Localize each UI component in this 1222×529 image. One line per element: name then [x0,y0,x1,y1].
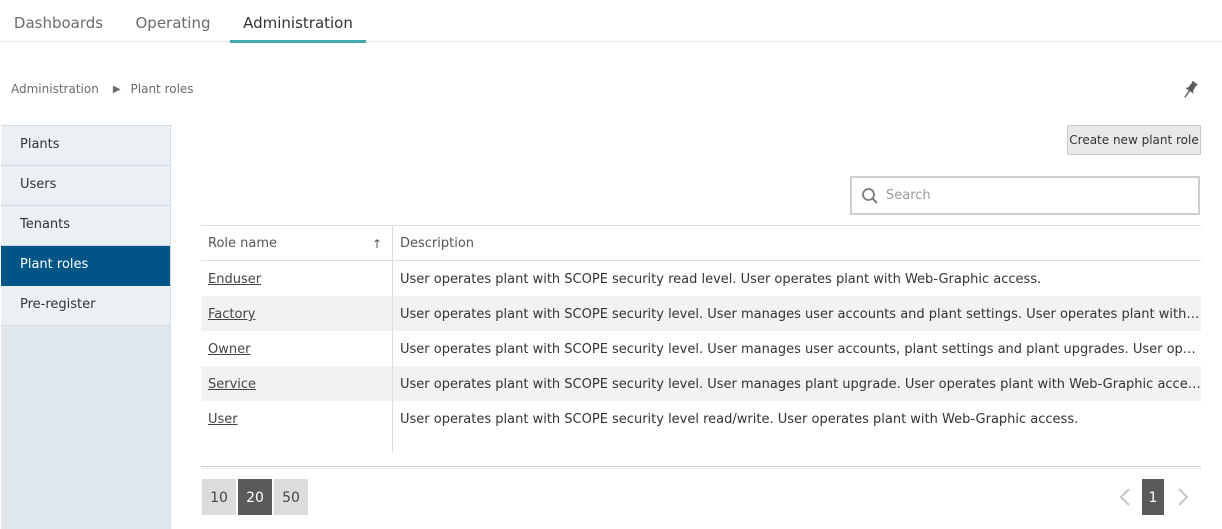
pagination: 1 [1115,479,1193,515]
page-size-20[interactable]: 20 [238,479,272,515]
sidebar-item-users[interactable]: Users [1,166,170,206]
table-header: Role name ↑ Description [201,225,1201,261]
create-plant-role-button[interactable]: Create new plant role [1067,125,1201,155]
page-size-10[interactable]: 10 [202,479,236,515]
sort-ascending-icon[interactable]: ↑ [372,226,382,262]
plant-roles-table: Role name ↑ Description Enduser User ope… [201,225,1201,452]
column-header-label: Role name [208,236,278,251]
breadcrumb-plant-roles: Plant roles [130,82,194,96]
role-description: User operates plant with SCOPE security … [400,342,1201,357]
column-divider [201,436,393,452]
table-row: Service User operates plant with SCOPE s… [201,366,1201,401]
role-link-factory[interactable]: Factory [208,307,256,322]
role-description: User operates plant with SCOPE security … [400,412,1079,427]
role-link-user[interactable]: User [208,412,238,427]
sidebar-item-plants[interactable]: Plants [1,126,170,166]
table-row: Factory User operates plant with SCOPE s… [201,296,1201,331]
page-number-current[interactable]: 1 [1142,479,1164,515]
table-row: Enduser User operates plant with SCOPE s… [201,261,1201,296]
tab-administration[interactable]: Administration [230,0,366,43]
sidebar-item-plant-roles[interactable]: Plant roles [1,246,170,286]
next-page-icon[interactable] [1173,479,1193,515]
role-description: User operates plant with SCOPE security … [400,307,1201,322]
search-box [850,176,1200,215]
search-input[interactable] [886,188,1186,203]
role-link-owner[interactable]: Owner [208,342,250,357]
breadcrumb: Administration ▶ Plant roles [11,81,194,97]
page-size-50[interactable]: 50 [274,479,308,515]
breadcrumb-administration[interactable]: Administration [11,82,99,96]
tab-dashboards[interactable]: Dashboards [0,0,117,42]
role-link-enduser[interactable]: Enduser [208,272,261,287]
table-row: User User operates plant with SCOPE secu… [201,401,1201,436]
table-body: Enduser User operates plant with SCOPE s… [201,261,1201,452]
column-header-description[interactable]: Description [393,226,1201,260]
previous-page-icon[interactable] [1115,479,1135,515]
sidebar-item-tenants[interactable]: Tenants [1,206,170,246]
tab-operating[interactable]: Operating [117,0,229,42]
table-filler [201,436,1201,452]
pin-icon[interactable] [1181,80,1199,100]
column-header-role-name[interactable]: Role name ↑ [201,226,393,260]
role-description: User operates plant with SCOPE security … [400,272,1042,287]
table-row: Owner User operates plant with SCOPE sec… [201,331,1201,366]
role-link-service[interactable]: Service [208,377,256,392]
sidebar-item-pre-register[interactable]: Pre-register [1,286,170,326]
role-description: User operates plant with SCOPE security … [400,377,1201,392]
page-size-selector: 10 20 50 [202,479,310,515]
breadcrumb-separator-icon: ▶ [112,83,121,95]
table-footer-divider [201,466,1201,469]
sidebar: Plants Users Tenants Plant roles Pre-reg… [1,125,171,529]
column-header-label: Description [400,236,475,251]
top-navigation: Dashboards Operating Administration [0,0,1222,43]
search-icon [861,187,879,205]
